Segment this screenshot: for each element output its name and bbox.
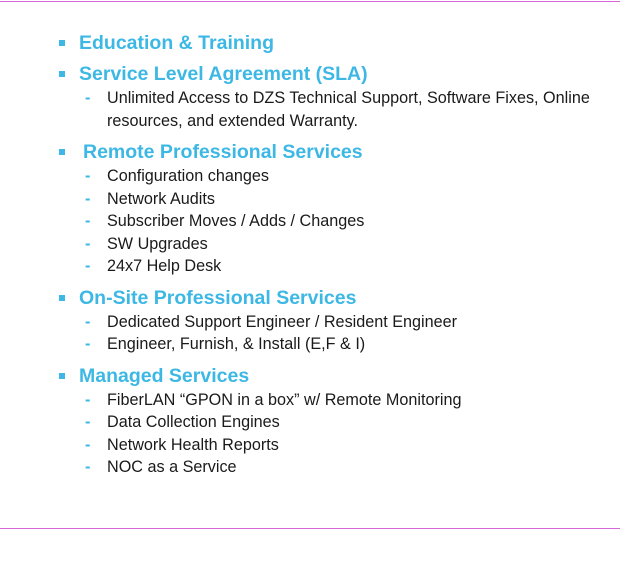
dash-bullet-icon: - [85, 435, 91, 454]
dash-bullet-icon: - [85, 234, 91, 253]
section-education: Education & Training [57, 32, 617, 54]
square-bullet-icon [59, 149, 65, 155]
section-heading: On-Site Professional Services [57, 287, 617, 309]
list-item: - Configuration changes [57, 165, 617, 188]
dash-bullet-icon: - [85, 212, 91, 230]
section-heading: Education & Training [57, 32, 617, 54]
item-text: Network Health Reports [107, 435, 279, 454]
section-heading: Managed Services [57, 365, 617, 387]
section-onsite-professional: On-Site Professional Services - Dedicate… [57, 287, 617, 356]
heading-text: Service Level Agreement (SLA) [79, 63, 368, 85]
dash-bullet-icon: - [85, 413, 91, 431]
section-managed-services: Managed Services - FiberLAN “GPON in a b… [57, 365, 617, 479]
list-item: - Subscriber Moves / Adds / Changes [57, 210, 617, 233]
slide-page: Education & Training Service Level Agree… [0, 0, 620, 565]
section-heading: Service Level Agreement (SLA) [57, 63, 617, 85]
list-item: - FiberLAN “GPON in a box” w/ Remote Mon… [57, 389, 617, 412]
square-bullet-icon [59, 294, 65, 301]
sub-item-list: - Dedicated Support Engineer / Resident … [57, 311, 617, 356]
square-bullet-icon [59, 40, 65, 46]
list-item: - Engineer, Furnish, & Install (E,F & I) [57, 333, 617, 356]
heading-text: Remote Professional Services [83, 141, 363, 163]
heading-text: On-Site Professional Services [79, 286, 357, 309]
section-heading: Remote Professional Services [57, 141, 617, 163]
item-text: Unlimited Access to DZS Technical Suppor… [107, 89, 590, 130]
item-text: Dedicated Support Engineer / Resident En… [107, 312, 458, 331]
dash-bullet-icon: - [85, 189, 91, 208]
dash-bullet-icon: - [85, 167, 91, 185]
top-divider [0, 1, 620, 2]
list-item: - Dedicated Support Engineer / Resident … [57, 311, 617, 334]
list-item: - Data Collection Engines [57, 411, 617, 434]
bottom-divider [0, 528, 620, 529]
heading-text: Education & Training [79, 32, 275, 54]
service-list: Education & Training Service Level Agree… [57, 32, 617, 479]
dash-bullet-icon: - [85, 312, 91, 331]
dash-bullet-icon: - [85, 335, 91, 353]
dash-bullet-icon: - [85, 89, 91, 107]
list-item: - NOC as a Service [57, 456, 617, 479]
item-text: NOC as a Service [107, 458, 237, 476]
item-text: Data Collection Engines [107, 413, 280, 431]
dash-bullet-icon: - [85, 458, 91, 476]
dash-bullet-icon: - [85, 390, 91, 409]
item-text: Subscriber Moves / Adds / Changes [107, 212, 365, 230]
item-text: 24x7 Help Desk [107, 257, 222, 275]
sub-item-list: - FiberLAN “GPON in a box” w/ Remote Mon… [57, 389, 617, 479]
section-sla: Service Level Agreement (SLA) - Unlimite… [57, 63, 617, 132]
section-remote-professional: Remote Professional Services - Configura… [57, 141, 617, 278]
square-bullet-icon [59, 372, 65, 379]
sub-item-list: - Unlimited Access to DZS Technical Supp… [57, 87, 617, 132]
item-text: FiberLAN “GPON in a box” w/ Remote Monit… [107, 390, 462, 409]
list-item: - SW Upgrades [57, 233, 617, 256]
list-item: - Network Audits [57, 188, 617, 211]
square-bullet-icon [59, 71, 65, 77]
list-item: - Network Health Reports [57, 434, 617, 457]
sub-item-list: - Configuration changes - Network Audits… [57, 165, 617, 278]
item-text: SW Upgrades [107, 234, 208, 253]
list-item: - Unlimited Access to DZS Technical Supp… [57, 87, 617, 132]
heading-text: Managed Services [79, 364, 250, 387]
list-item: - 24x7 Help Desk [57, 255, 617, 278]
item-text: Network Audits [107, 189, 215, 208]
item-text: Engineer, Furnish, & Install (E,F & I) [107, 335, 366, 353]
dash-bullet-icon: - [85, 257, 91, 275]
item-text: Configuration changes [107, 167, 269, 185]
